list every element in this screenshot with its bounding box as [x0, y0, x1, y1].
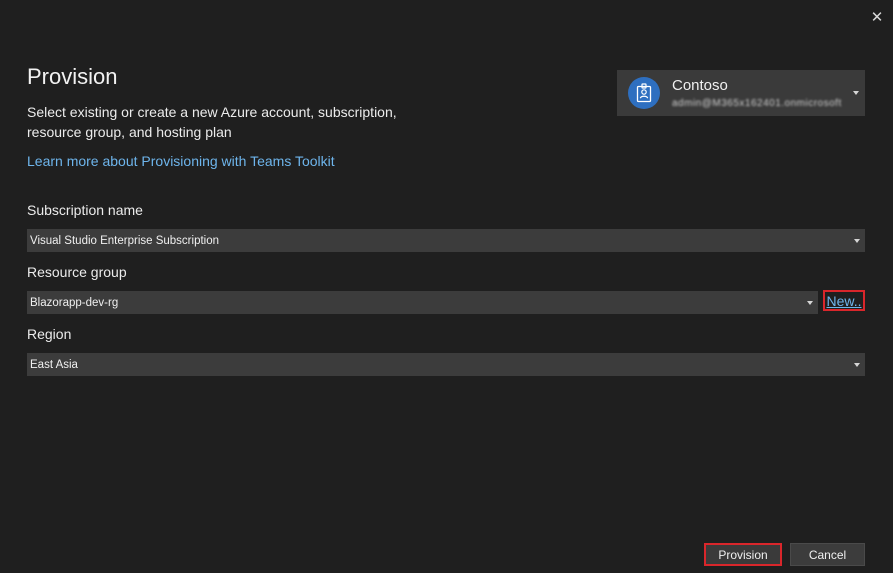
- region-label: Region: [27, 326, 72, 342]
- chevron-down-icon[interactable]: [853, 91, 859, 95]
- provision-dialog: ✕ Provision Select existing or create a …: [0, 0, 893, 573]
- subscription-label: Subscription name: [27, 202, 143, 218]
- cancel-button[interactable]: Cancel: [790, 543, 865, 566]
- dialog-description: Select existing or create a new Azure ac…: [27, 104, 397, 140]
- resource-group-label: Resource group: [27, 264, 127, 280]
- resource-group-select[interactable]: Blazorapp-dev-rg: [27, 291, 818, 314]
- badge-icon: [636, 83, 652, 103]
- subscription-select[interactable]: Visual Studio Enterprise Subscription: [27, 229, 865, 252]
- close-button[interactable]: ✕: [866, 6, 888, 28]
- chevron-down-icon[interactable]: [854, 238, 860, 243]
- subscription-value: Visual Studio Enterprise Subscription: [30, 234, 220, 247]
- account-email: admin@M365x162401.onmicrosoft.com: [672, 98, 842, 109]
- dialog-title: Provision: [27, 64, 118, 89]
- region-select[interactable]: East Asia: [27, 353, 865, 376]
- learn-more-link[interactable]: Learn more about Provisioning with Teams…: [27, 153, 335, 169]
- avatar: [628, 77, 660, 109]
- resource-group-value: Blazorapp-dev-rg: [30, 296, 119, 309]
- provision-button[interactable]: Provision: [704, 543, 782, 566]
- chevron-down-icon[interactable]: [807, 300, 813, 305]
- account-name: Contoso: [672, 77, 728, 94]
- close-icon[interactable]: ✕: [871, 8, 884, 26]
- region-value: East Asia: [30, 358, 78, 371]
- account-picker[interactable]: Contoso admin@M365x162401.onmicrosoft.co…: [617, 70, 865, 116]
- chevron-down-icon[interactable]: [854, 362, 860, 367]
- new-resource-group-link[interactable]: New..: [823, 290, 865, 311]
